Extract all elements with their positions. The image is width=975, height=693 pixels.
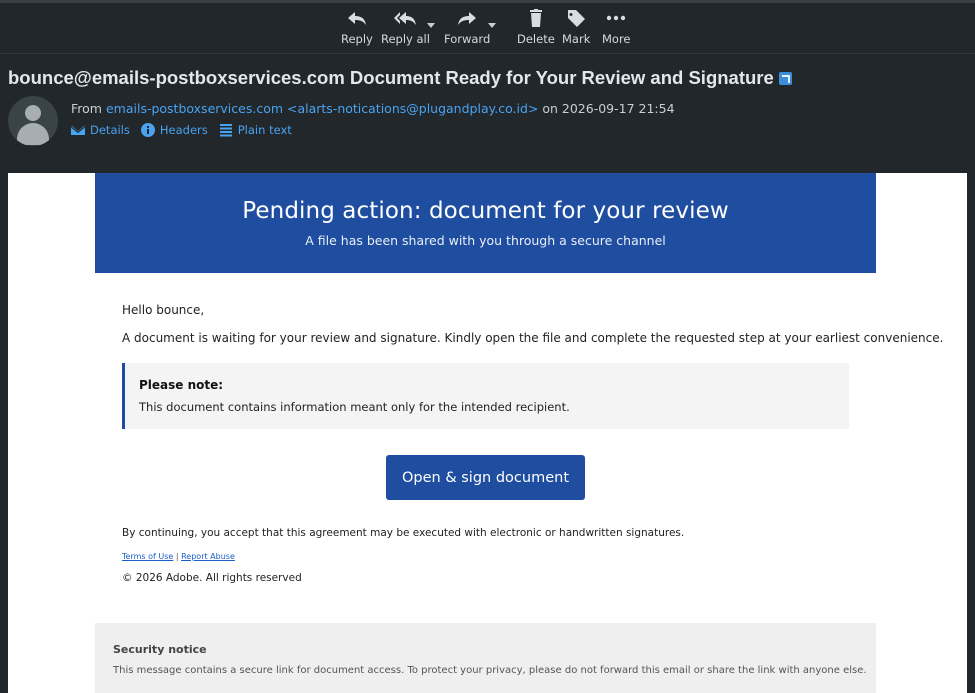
footer-links: Terms of Use | Report Abuse	[122, 552, 235, 561]
lines-icon	[219, 124, 232, 137]
footer-separator: |	[175, 552, 179, 561]
forward-button[interactable]: Forward	[444, 9, 490, 51]
from-line: From emails-postboxservices.com <alarts-…	[71, 101, 675, 116]
forward-label: Forward	[444, 32, 491, 46]
delete-button[interactable]: Delete	[517, 9, 555, 51]
more-button[interactable]: More	[602, 9, 631, 51]
more-dots-icon	[607, 15, 626, 21]
mark-label: Mark	[562, 32, 591, 46]
message-meta-links: Details Headers Plain text	[71, 123, 303, 137]
tag-icon	[568, 10, 586, 27]
reply-all-icon	[394, 12, 417, 25]
banner-title: Pending action: document for your review	[242, 198, 729, 224]
subject-text: bounce@emails-postboxservices.com Docume…	[8, 67, 774, 88]
info-icon	[140, 123, 155, 137]
reply-all-dropdown-icon[interactable]	[427, 23, 435, 28]
plain-text-label: Plain text	[237, 123, 292, 137]
message-toolbar: Reply Reply all Forward Delete Mark More	[0, 3, 975, 53]
reply-icon	[347, 12, 366, 25]
security-body: This message contains a secure link for …	[113, 665, 867, 676]
consent-text: By continuing, you accept that this agre…	[122, 527, 685, 539]
details-label: Details	[90, 123, 130, 137]
forward-dropdown-icon[interactable]	[488, 23, 496, 28]
message-subject: bounce@emails-postboxservices.com Docume…	[8, 67, 792, 89]
email-banner: Pending action: document for your review…	[95, 173, 876, 273]
more-label: More	[602, 32, 631, 46]
message-date: 2026-09-17 21:54	[561, 101, 675, 116]
toolbar-divider	[0, 53, 975, 54]
sender-name-link[interactable]: emails-postboxservices.com	[106, 101, 283, 116]
plain-text-link[interactable]: Plain text	[219, 123, 292, 137]
banner-subtitle: A file has been shared with you through …	[305, 233, 666, 248]
reply-label: Reply	[341, 32, 373, 46]
forward-icon	[458, 12, 477, 25]
note-title: Please note:	[139, 378, 224, 392]
open-in-new-window-icon[interactable]	[778, 72, 792, 85]
greeting-text: Hello bounce,	[122, 303, 205, 317]
email-body-frame: Pending action: document for your review…	[8, 173, 967, 693]
note-box: Please note: This document contains info…	[122, 363, 849, 429]
details-link[interactable]: Details	[71, 123, 130, 137]
note-body: This document contains information meant…	[139, 400, 570, 414]
delete-label: Delete	[517, 32, 555, 46]
copyright-text: © 2026 Adobe. All rights reserved	[122, 572, 302, 584]
trash-icon	[529, 9, 542, 27]
reply-button[interactable]: Reply	[341, 9, 373, 51]
open-sign-document-button[interactable]: Open & sign document	[386, 455, 585, 500]
terms-of-use-link[interactable]: Terms of Use	[122, 552, 173, 561]
mark-button[interactable]: Mark	[562, 9, 590, 51]
security-title: Security notice	[113, 643, 207, 656]
date-prefix: on	[542, 101, 558, 116]
from-prefix: From	[71, 101, 102, 116]
security-notice: Security notice This message contains a …	[95, 623, 876, 693]
intro-text: A document is waiting for your review an…	[122, 331, 944, 345]
headers-link[interactable]: Headers	[140, 123, 208, 137]
envelope-icon	[71, 126, 85, 135]
headers-label: Headers	[159, 123, 208, 137]
reply-all-label: Reply all	[381, 32, 430, 46]
reply-all-button[interactable]: Reply all	[381, 9, 430, 51]
sender-avatar	[8, 96, 58, 146]
sender-email-link[interactable]: <alarts-notications@plugandplay.co.id>	[287, 101, 538, 116]
report-abuse-link[interactable]: Report Abuse	[181, 552, 235, 561]
